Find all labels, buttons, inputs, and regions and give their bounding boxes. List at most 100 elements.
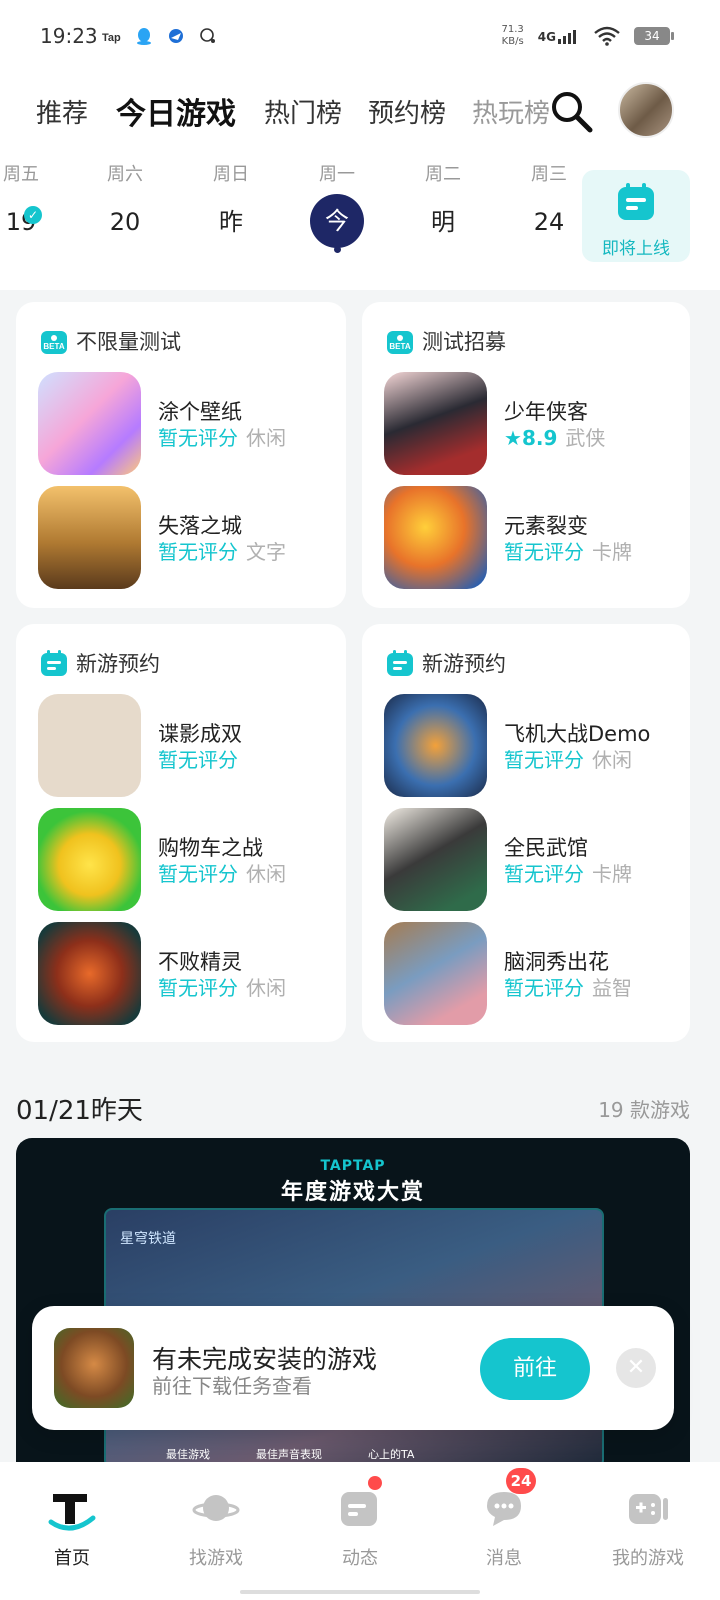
nav-messages[interactable]: 24 消息 — [432, 1462, 576, 1600]
status-app-icons: Tap — [102, 26, 218, 46]
game-rating: 暂无评分 — [158, 748, 238, 772]
go-button[interactable]: 前往 — [480, 1338, 590, 1400]
game-icon — [384, 694, 487, 797]
day-sat[interactable]: 周六 20 — [90, 160, 160, 242]
card-unlimited-test: BETA 不限量测试 涂个壁纸 暂无评分 休闲 失落之城 暂无评分 文字 — [16, 302, 346, 608]
svg-text:BETA: BETA — [389, 342, 410, 351]
beta-icon: BETA — [387, 331, 413, 354]
game-item[interactable]: 购物车之战 暂无评分 休闲 — [38, 808, 338, 912]
award-label: 最佳游戏 — [166, 1448, 210, 1461]
game-rating: 暂无评分 — [158, 976, 238, 1000]
day-tue[interactable]: 周二 明 — [408, 160, 478, 242]
day-sun[interactable]: 周日 昨 — [196, 160, 266, 242]
day-mon-today[interactable]: 周一 今 — [302, 160, 372, 253]
wifi-icon — [594, 26, 620, 46]
weekday-label: 周日 — [213, 164, 249, 185]
game-genre: 休闲 — [246, 862, 286, 886]
status-bar: 19:23 Tap 71.3 KB/s 4G 34 — [0, 0, 720, 70]
section-date: 01/21昨天 — [16, 1096, 143, 1126]
game-genre: 益智 — [592, 976, 632, 1000]
game-rating: 暂无评分 — [504, 748, 584, 772]
planet-icon — [192, 1495, 240, 1521]
card-title: 新游预约 — [422, 652, 506, 676]
nav-label: 动态 — [342, 1548, 378, 1569]
calendar-icon — [41, 650, 67, 676]
day-number: 明 — [431, 208, 455, 236]
user-avatar[interactable] — [618, 82, 674, 138]
network-type: 4G — [537, 30, 556, 44]
day-number: 24 — [533, 208, 565, 236]
card-header: 新游预约 — [40, 648, 160, 678]
nav-my-games[interactable]: 我的游戏 — [576, 1462, 720, 1600]
game-meta: ★8.9 武侠 — [504, 422, 605, 451]
game-meta: 暂无评分 休闲 — [158, 422, 286, 451]
nav-label: 我的游戏 — [612, 1548, 684, 1569]
status-right: 71.3 KB/s 4G 34 — [502, 24, 674, 48]
section-game-count[interactable]: 19 款游戏 — [598, 1094, 690, 1123]
game-item[interactable]: 失落之城 暂无评分 文字 — [38, 486, 338, 590]
status-time: 19:23 — [40, 24, 98, 48]
calendar-icon — [387, 650, 413, 676]
game-item[interactable]: 全民武馆 暂无评分 卡牌 — [384, 808, 684, 912]
game-icon — [38, 694, 141, 797]
svg-text:BETA: BETA — [43, 342, 64, 351]
game-icon — [38, 922, 141, 1025]
game-genre: 休闲 — [592, 748, 632, 772]
nav-find-games[interactable]: 找游戏 — [144, 1462, 288, 1600]
game-item[interactable]: 不败精灵 暂无评分 休闲 — [38, 922, 338, 1026]
game-icon — [38, 486, 141, 589]
upcoming-button[interactable]: 即将上线 — [582, 170, 690, 262]
weekday-label: 周二 — [425, 164, 461, 185]
game-item[interactable]: 飞机大战Demo 暂无评分 休闲 — [384, 694, 684, 798]
game-icon — [54, 1328, 134, 1408]
game-meta: 暂无评分 休闲 — [504, 744, 632, 773]
notification-dot — [368, 1476, 382, 1490]
upcoming-label: 即将上线 — [602, 239, 670, 259]
card-new-reserve-1: 新游预约 谍影成双 暂无评分 购物车之战 暂无评分 休闲 不败精灵 暂无评分 休闲 — [16, 624, 346, 1042]
game-item[interactable]: 涂个壁纸 暂无评分 休闲 — [38, 372, 338, 476]
today-marker: 今 — [310, 194, 364, 248]
game-meta: 暂无评分 益智 — [504, 972, 632, 1001]
game-rating: 8.9 — [521, 426, 558, 450]
search-icon[interactable] — [548, 88, 594, 134]
close-icon[interactable]: ✕ — [616, 1348, 656, 1388]
tab-hot-chart[interactable]: 热门榜 — [264, 93, 342, 130]
date-strip: 周五 19 ✓ 周六 20 周日 昨 周一 今 周二 明 周三 24 — [0, 160, 567, 270]
game-meta: 暂无评分 卡牌 — [504, 536, 632, 565]
tab-today-games[interactable]: 今日游戏 — [112, 89, 241, 133]
nav-label: 消息 — [486, 1548, 522, 1569]
award-label: 心上的TA — [368, 1448, 415, 1461]
game-meta: 暂无评分 休闲 — [158, 858, 286, 887]
tab-recommend[interactable]: 推荐 — [36, 93, 88, 130]
day-wed[interactable]: 周三 24 — [514, 160, 584, 242]
game-item[interactable]: 谍影成双 暂无评分 — [38, 694, 338, 798]
game-genre: 休闲 — [246, 426, 286, 450]
game-item[interactable]: 少年侠客 ★8.9 武侠 — [384, 372, 684, 476]
tab-reserve-chart[interactable]: 预约榜 — [368, 93, 446, 130]
game-item[interactable]: 脑洞秀出花 暂无评分 益智 — [384, 922, 684, 1026]
card-header: 新游预约 — [386, 648, 506, 678]
day-fri[interactable]: 周五 19 ✓ — [0, 160, 56, 242]
weekday-label: 周五 — [3, 164, 39, 185]
calendar-icon — [618, 183, 654, 220]
game-genre: 武侠 — [565, 426, 606, 450]
signal-icon: 4G — [538, 28, 580, 44]
toast-subtitle: 前往下载任务查看 — [152, 1374, 312, 1398]
qq-icon — [137, 28, 151, 45]
tab-hot-play-chart[interactable]: 热玩榜 — [472, 93, 550, 130]
game-meta: 暂无评分 — [158, 744, 238, 773]
nav-home[interactable]: 首页 — [0, 1462, 144, 1600]
nav-label: 找游戏 — [189, 1548, 243, 1569]
nav-feed[interactable]: 动态 — [288, 1462, 432, 1600]
nav-label: 首页 — [54, 1548, 90, 1569]
game-rating: 暂无评分 — [504, 976, 584, 1000]
message-count-badge: 24 — [506, 1468, 536, 1494]
signal-bars-icon — [558, 30, 576, 44]
gamepad-icon — [629, 1494, 668, 1524]
game-genre: 卡牌 — [592, 862, 632, 886]
card-test-recruit: BETA 测试招募 少年侠客 ★8.9 武侠 元素裂变 暂无评分 卡牌 — [362, 302, 690, 608]
game-meta: 暂无评分 休闲 — [158, 972, 286, 1001]
bird-icon — [169, 29, 183, 43]
game-item[interactable]: 元素裂变 暂无评分 卡牌 — [384, 486, 684, 590]
net-speed: 71.3 KB/s — [502, 24, 524, 48]
